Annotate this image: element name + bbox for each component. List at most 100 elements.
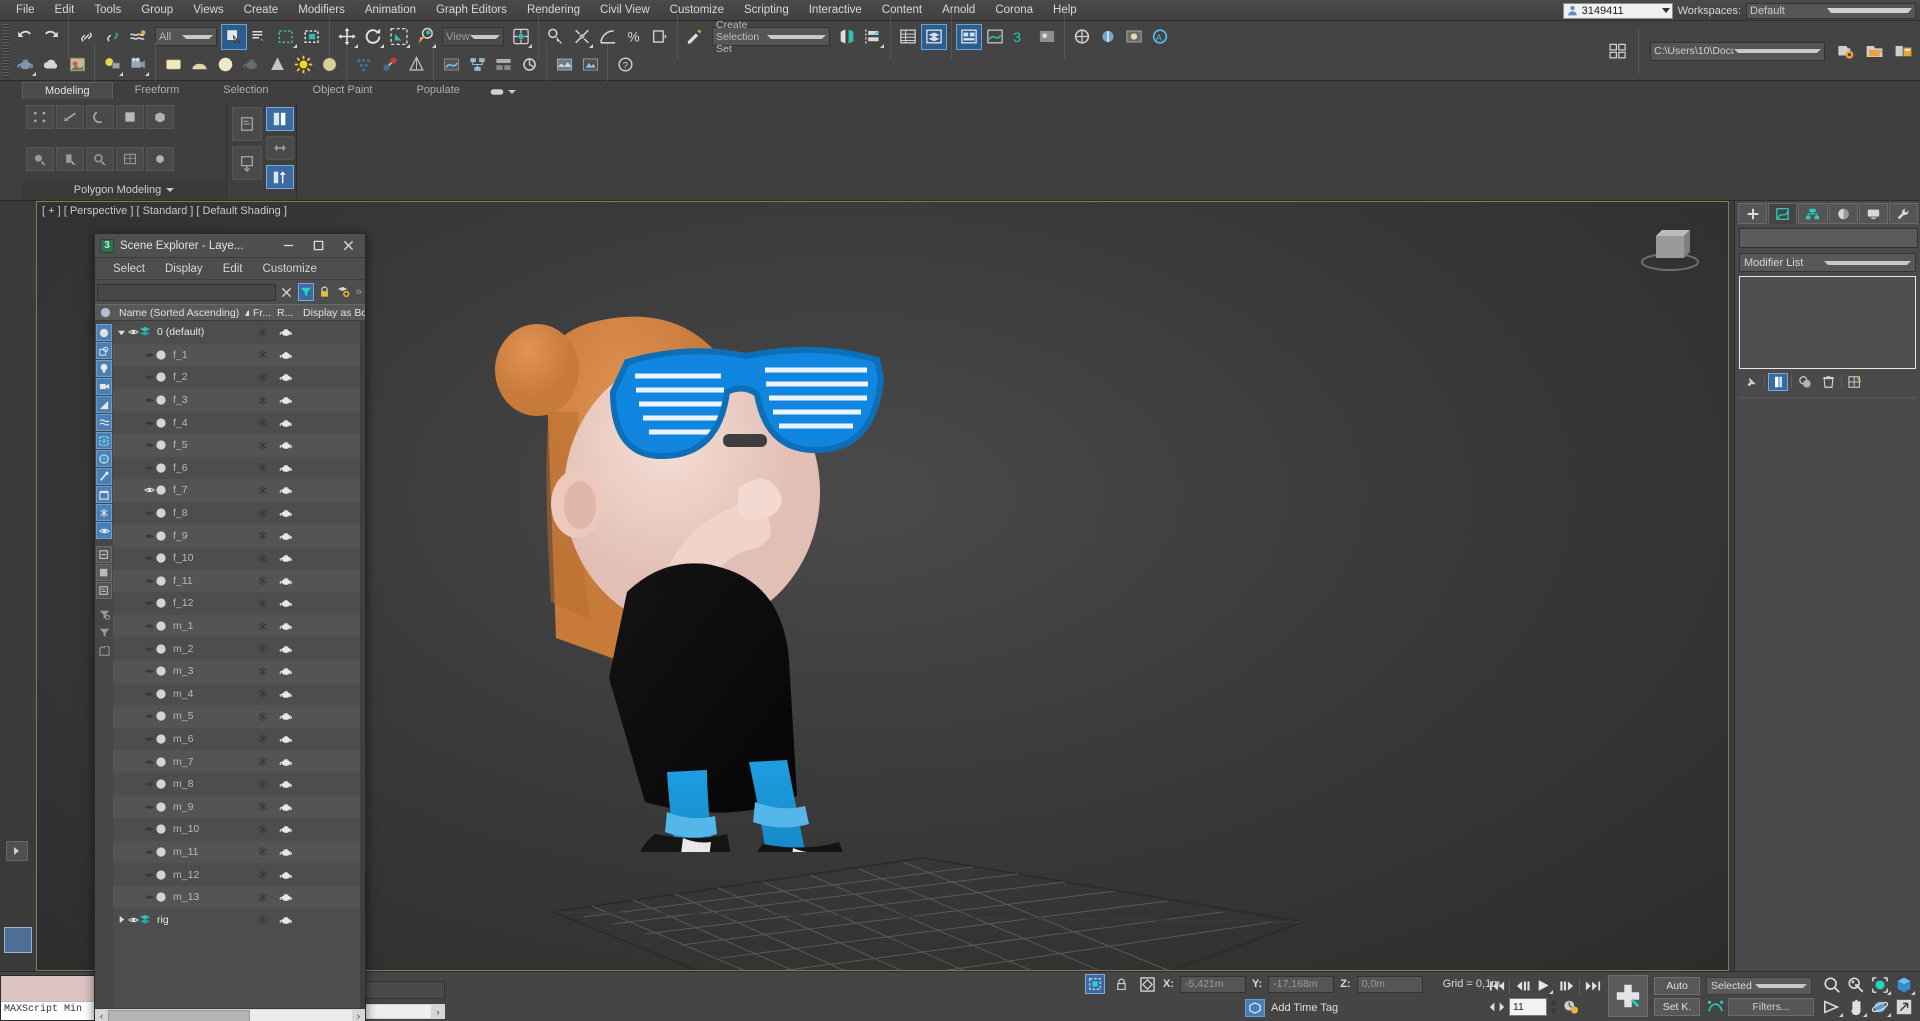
menu-corona[interactable]: Corona [985, 2, 1043, 18]
viewport-label[interactable]: [ + ] [ Perspective ] [ Standard ] [ Def… [42, 205, 287, 217]
filter-geometry-icon[interactable] [96, 324, 112, 341]
unlink-icon[interactable] [99, 24, 125, 50]
renderable-toggle-icon[interactable] [279, 734, 303, 744]
freeze-toggle-icon[interactable] [257, 869, 279, 880]
filter-bones-icon[interactable] [96, 468, 112, 485]
camera-icon[interactable] [125, 52, 151, 78]
flyout-corner-icon[interactable] [1887, 991, 1891, 995]
user-account-combo[interactable]: 3149411 [1562, 2, 1673, 19]
layer-row[interactable]: m_12 [113, 863, 365, 886]
se-menu-edit[interactable]: Edit [213, 261, 253, 277]
undo-icon[interactable] [12, 24, 38, 50]
paint-select-button[interactable] [56, 147, 84, 171]
schematic-view-icon[interactable] [464, 52, 490, 78]
flyout-corner-icon[interactable] [1911, 991, 1915, 995]
spinner-snap-icon[interactable] [647, 24, 673, 50]
key-filters-button[interactable]: Filters... [1728, 997, 1814, 1016]
object-name-field[interactable] [1739, 228, 1918, 248]
renderable-toggle-icon[interactable] [279, 779, 303, 789]
flyout-corner-icon[interactable] [589, 43, 593, 48]
freeze-toggle-icon[interactable] [257, 395, 279, 406]
material-editor-icon[interactable] [956, 23, 982, 50]
freeze-toggle-icon[interactable] [257, 621, 279, 632]
freeze-toggle-icon[interactable] [257, 643, 279, 654]
create-tab[interactable] [1738, 203, 1768, 224]
chevron-down-icon[interactable] [1827, 8, 1912, 13]
expand-collapse-icon[interactable] [115, 915, 127, 924]
filter-icon[interactable] [297, 283, 314, 301]
layer-row[interactable]: f_3 [113, 388, 365, 412]
freeze-toggle-icon[interactable] [257, 372, 279, 383]
chevron-down-icon[interactable] [507, 90, 516, 94]
set-project-folder-icon[interactable] [1861, 38, 1887, 64]
freeze-toggle-icon[interactable] [257, 440, 279, 451]
visibility-toggle-icon[interactable] [143, 645, 155, 653]
preserve-uv-button[interactable] [266, 165, 294, 189]
visibility-toggle-icon[interactable] [143, 396, 155, 404]
filter-xrefs-icon[interactable] [96, 450, 112, 467]
se-menu-select[interactable]: Select [103, 261, 155, 277]
renderable-toggle-icon[interactable] [279, 463, 303, 473]
filter-lights-icon[interactable] [96, 360, 112, 377]
adaptive-degradation-icon[interactable] [577, 52, 603, 78]
visibility-toggle-icon[interactable] [143, 667, 155, 675]
layer-name[interactable]: rig [151, 914, 257, 926]
freeze-toggle-icon[interactable] [257, 327, 279, 338]
layer-list-scrollbar[interactable] [360, 321, 365, 1008]
chevron-down-icon[interactable] [182, 34, 213, 39]
selection-lock-icon[interactable] [1111, 974, 1131, 994]
visibility-toggle-icon[interactable] [143, 464, 155, 472]
render-frame-window-icon[interactable] [1034, 24, 1060, 50]
freeze-toggle-icon[interactable] [257, 914, 279, 925]
ribbon-tab-modeling[interactable]: Modeling [22, 82, 113, 99]
toolbar-dock-icon[interactable] [96, 642, 112, 659]
layer-name[interactable]: m_1 [167, 620, 257, 632]
renderable-toggle-icon[interactable] [279, 870, 303, 880]
menu-animation[interactable]: Animation [355, 2, 426, 18]
menu-civil-view[interactable]: Civil View [590, 2, 660, 18]
filter-funnel-icon[interactable] [96, 624, 112, 641]
flyout-corner-icon[interactable] [528, 43, 532, 48]
select-and-manipulate-icon[interactable] [543, 24, 569, 50]
material-slot-dome-icon[interactable] [186, 52, 212, 78]
layer-row[interactable]: m_9 [113, 795, 365, 819]
ribbon-toggle-icon[interactable] [490, 52, 516, 78]
layer-row[interactable]: m_13 [113, 885, 365, 909]
modifier-list-dropdown[interactable]: Modifier List [1739, 253, 1916, 272]
flyout-corner-icon[interactable] [406, 43, 410, 48]
flyout-corner-icon[interactable] [354, 43, 358, 48]
display-tab[interactable] [1858, 203, 1888, 224]
layer-name[interactable]: m_5 [167, 710, 257, 722]
filter-helpers-icon[interactable] [96, 396, 112, 413]
key-mode-toggle-icon[interactable] [1487, 998, 1506, 1016]
menu-group[interactable]: Group [131, 2, 183, 18]
material-slot-sphere-icon[interactable] [212, 52, 238, 78]
frame-spinner[interactable] [1549, 999, 1558, 1015]
chevron-down-icon[interactable] [767, 34, 826, 39]
help-icon[interactable]: ? [612, 52, 638, 78]
select-scale-icon[interactable] [386, 24, 412, 50]
maxscript-mini-listener[interactable]: MAXScript Min [0, 975, 95, 1021]
layer-name[interactable]: f_1 [167, 349, 257, 361]
select-object-icon[interactable] [221, 23, 247, 50]
freeze-toggle-icon[interactable] [257, 846, 279, 857]
layer-name[interactable]: m_6 [167, 733, 257, 745]
layer-name[interactable]: f_4 [167, 417, 257, 429]
visibility-toggle-icon[interactable] [143, 532, 155, 540]
flyout-corner-icon[interactable] [1839, 1013, 1843, 1017]
flyout-corner-icon[interactable] [432, 43, 436, 48]
layer-name[interactable]: m_8 [167, 778, 257, 790]
menu-scripting[interactable]: Scripting [734, 2, 799, 18]
viewport-color-swatch[interactable] [4, 927, 32, 953]
polygon-modeling-panel-title[interactable]: Polygon Modeling [22, 181, 226, 199]
renderable-toggle-icon[interactable] [279, 666, 303, 676]
add-time-tag-group[interactable]: Add Time Tag [1245, 999, 1338, 1017]
zoom-extents-all-icon[interactable] [1892, 974, 1916, 996]
visibility-toggle-icon[interactable] [143, 848, 155, 856]
manage-layouts-icon[interactable] [1605, 38, 1631, 64]
maxscript-label[interactable]: MAXScript Min [1, 1002, 94, 1020]
filter-groups-icon[interactable] [96, 432, 112, 449]
zoom-icon[interactable] [1820, 974, 1844, 996]
zoom-extents-icon[interactable] [1868, 974, 1892, 996]
scroll-right-icon[interactable]: › [431, 1007, 445, 1017]
